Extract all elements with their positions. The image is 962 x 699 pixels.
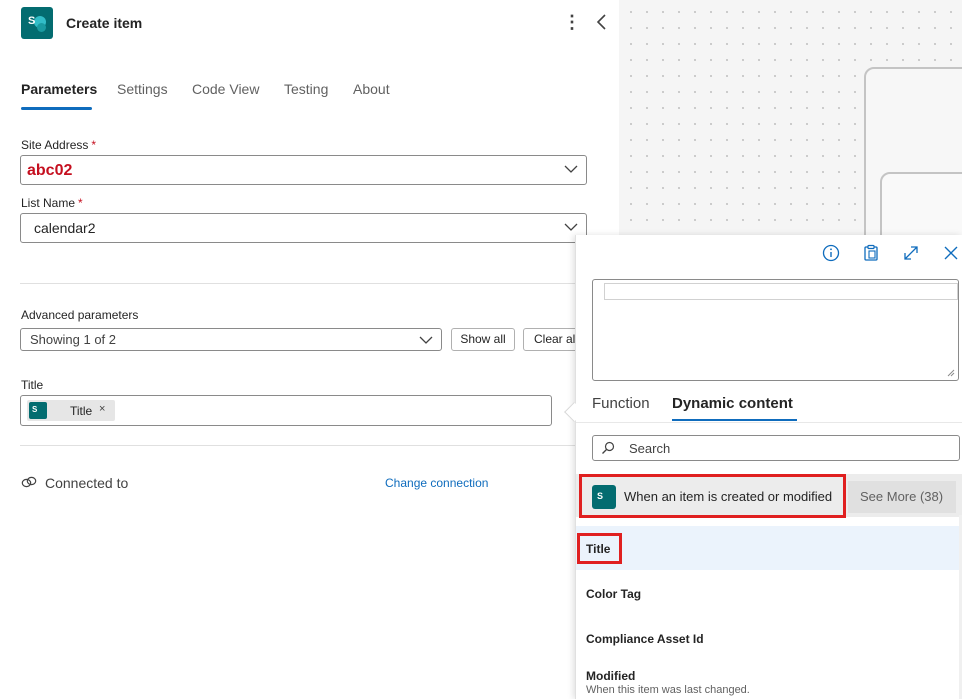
tab-settings[interactable]: Settings — [117, 81, 168, 97]
clipboard-icon[interactable] — [862, 244, 880, 262]
tab-function[interactable]: Function — [592, 395, 650, 412]
search-placeholder: Search — [629, 441, 671, 456]
active-tab-indicator — [672, 419, 797, 421]
panel-title: Create item — [66, 15, 143, 31]
clear-all-button[interactable]: Clear all — [523, 328, 583, 351]
collapse-panel-icon[interactable] — [594, 12, 610, 34]
site-address-value: abc02 — [27, 162, 73, 179]
show-all-button[interactable]: Show all — [451, 328, 515, 351]
search-icon — [602, 441, 615, 454]
dynamic-content-search[interactable]: Search — [592, 435, 960, 461]
active-tab-indicator — [21, 107, 92, 110]
chevron-down-icon — [419, 336, 433, 344]
see-more-button[interactable]: See More (38) — [848, 481, 956, 513]
connected-to-label: Connected to — [45, 475, 129, 491]
list-name-value: calendar2 — [34, 220, 96, 236]
tab-about[interactable]: About — [353, 81, 390, 97]
dynamic-content-item[interactable]: Modified When this item was last changed… — [576, 661, 962, 699]
highlight-title-item — [577, 533, 622, 564]
section-divider — [20, 283, 587, 284]
item-name: Modified — [586, 669, 636, 683]
tab-testing[interactable]: Testing — [284, 81, 328, 97]
dynamic-content-item[interactable]: Color Tag — [576, 571, 962, 615]
section-divider — [20, 445, 587, 446]
list-name-label: List Name * — [21, 196, 83, 210]
change-connection-link[interactable]: Change connection — [385, 476, 488, 490]
list-name-dropdown[interactable]: calendar2 — [20, 213, 587, 243]
chevron-down-icon — [564, 165, 578, 173]
title-token[interactable]: S Title × — [27, 400, 115, 421]
resize-grip-icon[interactable] — [947, 369, 955, 377]
item-description: When this item was last changed. — [586, 684, 750, 696]
advanced-parameters-value: Showing 1 of 2 — [30, 332, 117, 347]
expression-editor[interactable] — [592, 279, 959, 381]
tab-dynamic-content[interactable]: Dynamic content — [672, 395, 793, 412]
title-field-label: Title — [21, 378, 44, 392]
close-icon[interactable] — [942, 244, 960, 262]
remove-token-icon[interactable]: × — [99, 403, 105, 415]
token-label: Title — [70, 404, 93, 418]
expand-icon[interactable] — [902, 244, 920, 262]
highlight-trigger-group — [579, 474, 846, 518]
site-address-dropdown[interactable]: abc02 — [20, 155, 587, 185]
tab-divider — [576, 422, 962, 423]
dynamic-content-item[interactable]: Compliance Asset Id — [576, 616, 962, 660]
site-address-label: Site Address * — [21, 138, 97, 152]
advanced-parameters-label: Advanced parameters — [21, 308, 139, 322]
sharepoint-icon: S — [29, 402, 47, 419]
advanced-parameters-dropdown[interactable]: Showing 1 of 2 — [20, 328, 442, 351]
tab-parameters[interactable]: Parameters — [21, 81, 97, 97]
more-options-icon[interactable]: ⋮ — [563, 12, 581, 34]
item-name: Color Tag — [586, 587, 642, 601]
title-input[interactable]: S Title × — [20, 395, 552, 426]
expression-input[interactable] — [604, 283, 958, 300]
action-config-panel: S Create item ⋮ Parameters Settings Code… — [0, 0, 619, 699]
link-icon — [21, 476, 37, 488]
dynamic-content-popup: Function Dynamic content Search S When a… — [564, 235, 962, 699]
tab-code-view[interactable]: Code View — [192, 81, 259, 97]
chevron-down-icon — [564, 223, 578, 231]
sharepoint-icon: S — [21, 7, 53, 39]
item-name: Compliance Asset Id — [586, 632, 704, 646]
info-icon[interactable] — [822, 244, 840, 262]
dynamic-content-item[interactable]: Title — [576, 526, 962, 570]
